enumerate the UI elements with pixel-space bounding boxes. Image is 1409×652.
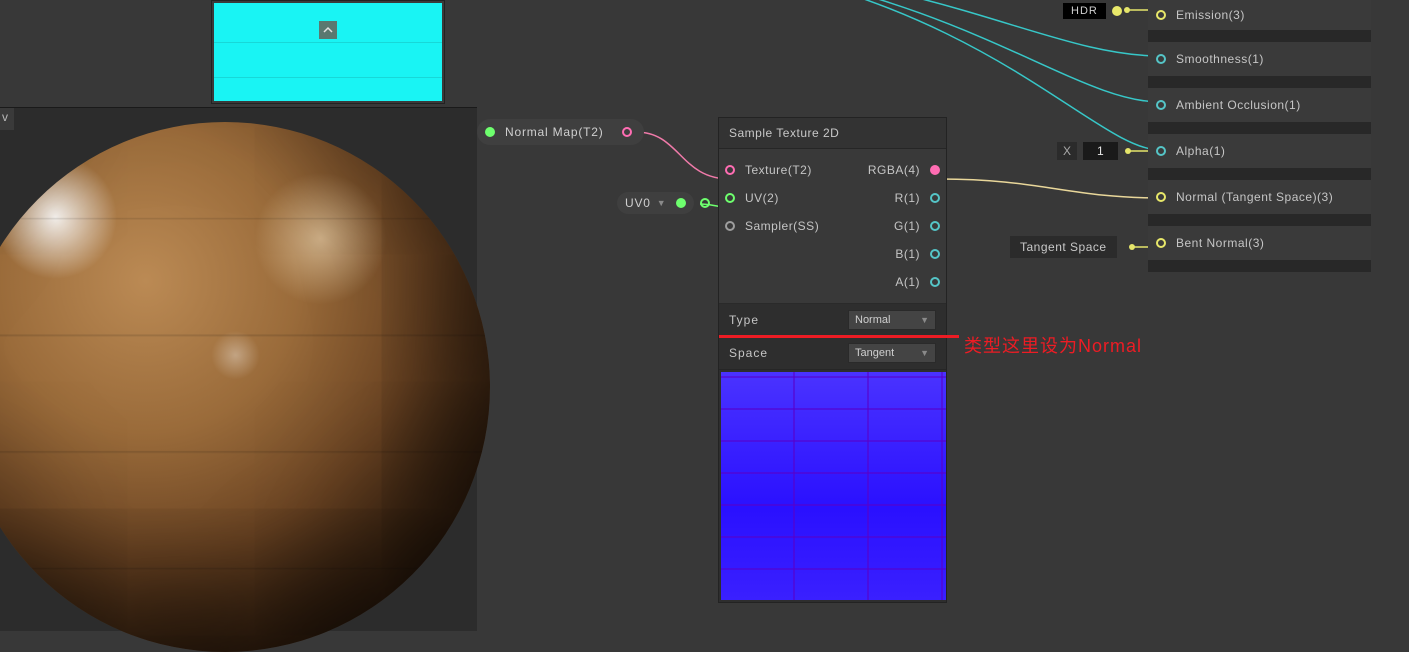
- normal-map-preview-image: [721, 372, 946, 600]
- uv-dropdown-label: UV0: [625, 196, 651, 210]
- node-title[interactable]: Sample Texture 2D: [719, 118, 946, 149]
- type-dropdown[interactable]: Normal ▼: [848, 310, 936, 330]
- property-label: Space: [729, 346, 838, 360]
- material-preview-viewport[interactable]: [0, 132, 477, 631]
- output-port-r[interactable]: R(1): [895, 191, 940, 205]
- input-port-texture[interactable]: Texture(T2): [725, 163, 868, 177]
- port-icon[interactable]: [1156, 192, 1166, 202]
- master-input-emission[interactable]: Emission(3): [1148, 0, 1371, 30]
- annotation-text: 类型这里设为Normal: [964, 332, 1142, 358]
- caret-down-icon: ▼: [920, 348, 929, 358]
- port-icon: [725, 193, 735, 203]
- output-port-b[interactable]: B(1): [895, 247, 940, 261]
- master-input-normal[interactable]: Normal (Tangent Space)(3): [1148, 180, 1371, 214]
- port-icon[interactable]: [1156, 146, 1166, 156]
- port-icon: [930, 193, 940, 203]
- master-input-ao[interactable]: Ambient Occlusion(1): [1148, 88, 1371, 122]
- hdr-color-widget[interactable]: HDR: [1063, 0, 1122, 22]
- property-label: Type: [729, 313, 838, 327]
- port-icon[interactable]: [1156, 54, 1166, 64]
- port-icon: [930, 165, 940, 175]
- port-icon: [725, 165, 735, 175]
- caret-down-icon: ▼: [657, 198, 666, 208]
- preview-tab[interactable]: v: [0, 108, 14, 130]
- node-input-ports: Texture(T2) UV(2) Sampler(SS): [725, 163, 868, 289]
- port-icon: [725, 221, 735, 231]
- caret-down-icon: ▼: [920, 315, 929, 325]
- preview-image: [214, 3, 442, 101]
- property-node-label: Normal Map(T2): [505, 125, 604, 139]
- axis-label: X: [1057, 142, 1077, 160]
- port-icon: [930, 249, 940, 259]
- inline-port[interactable]: [700, 198, 710, 208]
- space-dropdown[interactable]: Tangent ▼: [848, 343, 936, 363]
- tangent-space-widget[interactable]: Tangent Space: [1010, 236, 1117, 258]
- dropdown-value: Normal: [855, 314, 890, 326]
- preview-panel-teal: [211, 0, 445, 104]
- output-port[interactable]: [1112, 6, 1122, 16]
- master-input-alpha[interactable]: Alpha(1): [1148, 134, 1371, 168]
- tangent-space-label: Tangent Space: [1010, 236, 1117, 258]
- node-body: Texture(T2) UV(2) Sampler(SS) RGBA(4) R(…: [719, 149, 946, 304]
- node-sample-texture-2d[interactable]: Sample Texture 2D Texture(T2) UV(2) Samp…: [718, 117, 947, 603]
- node-output-ports: RGBA(4) R(1) G(1) B(1) A(1): [868, 163, 940, 289]
- node-properties: Type Normal ▼ Space Tangent ▼: [719, 304, 946, 370]
- dropdown-value: Tangent: [855, 347, 894, 359]
- property-node-normal-map[interactable]: Normal Map(T2): [477, 119, 644, 145]
- material-preview-panel: v: [0, 107, 477, 630]
- output-port-rgba[interactable]: RGBA(4): [868, 163, 940, 177]
- master-input-smoothness[interactable]: Smoothness(1): [1148, 42, 1371, 76]
- collapse-preview-badge[interactable]: [319, 21, 337, 39]
- master-input-bent-normal[interactable]: Bent Normal(3): [1148, 226, 1371, 260]
- float-input-widget[interactable]: X 1: [1057, 140, 1118, 162]
- property-row-type: Type Normal ▼: [719, 304, 946, 337]
- port-icon: [930, 221, 940, 231]
- material-preview-sphere: [0, 122, 490, 652]
- drag-handle-icon: [485, 127, 495, 137]
- chevron-up-icon: [323, 25, 333, 35]
- output-port-a[interactable]: A(1): [895, 275, 940, 289]
- port-icon[interactable]: [1156, 238, 1166, 248]
- uv-output-port[interactable]: [676, 198, 686, 208]
- float-value[interactable]: 1: [1083, 142, 1118, 160]
- output-port-g[interactable]: G(1): [894, 219, 940, 233]
- port-icon[interactable]: [1156, 10, 1166, 20]
- node-preview: [719, 370, 946, 602]
- hdr-label: HDR: [1063, 3, 1106, 19]
- uv-dropdown[interactable]: UV0 ▼: [617, 192, 694, 214]
- port-icon[interactable]: [1156, 100, 1166, 110]
- property-row-space: Space Tangent ▼: [719, 337, 946, 370]
- output-port[interactable]: [622, 127, 632, 137]
- input-port-sampler[interactable]: Sampler(SS): [725, 219, 868, 233]
- input-port-uv[interactable]: UV(2): [725, 191, 868, 205]
- port-icon: [930, 277, 940, 287]
- master-node-inputs: Emission(3) Smoothness(1) Ambient Occlus…: [1148, 0, 1371, 272]
